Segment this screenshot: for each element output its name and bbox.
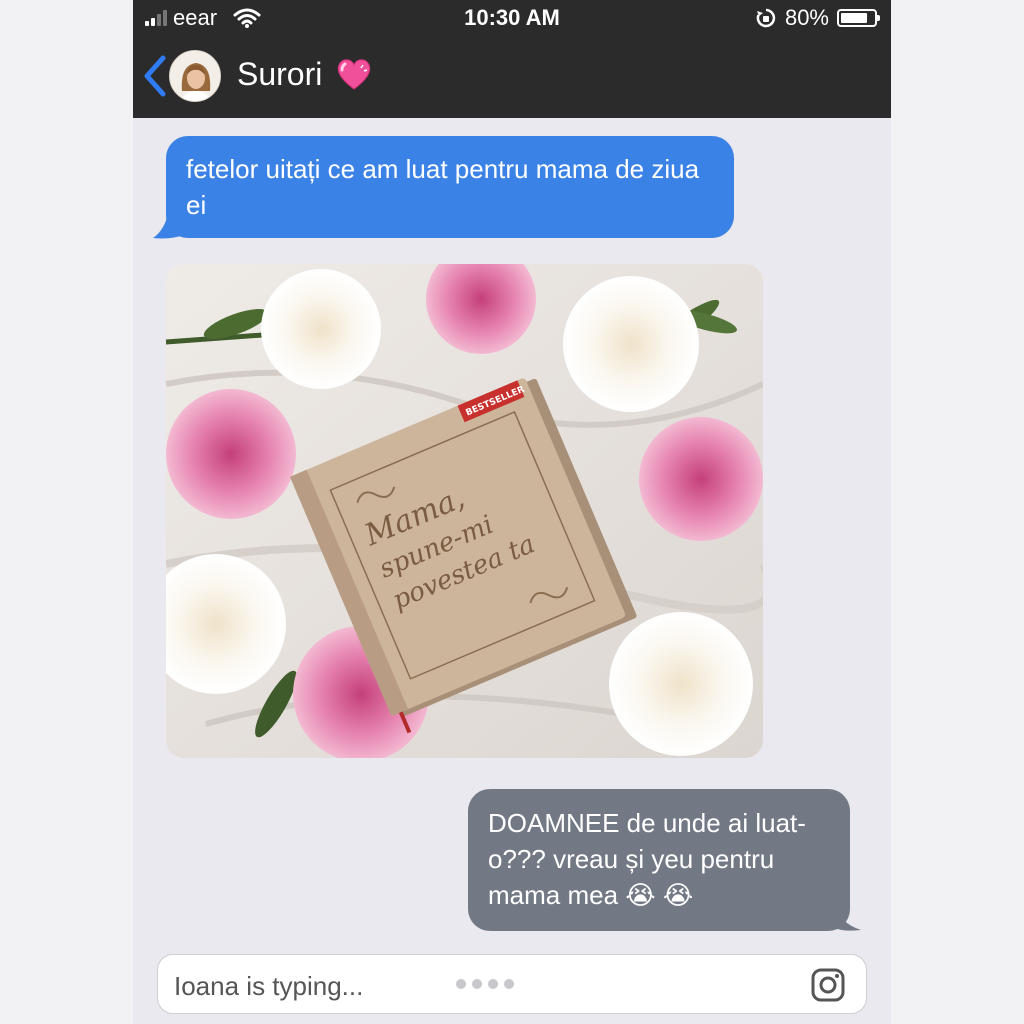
phone-screen: eear 10:30 AM 80% Surori fetelor uitați … [133, 0, 891, 1024]
book-and-peonies-image: Mama, spune-mi povestea ta BESTSELLER [166, 264, 763, 758]
status-bar: eear 10:30 AM 80% [133, 0, 891, 36]
orientation-lock-icon [756, 8, 776, 28]
crying-face-icon: 😭 😭 [625, 880, 694, 910]
typing-dots [456, 979, 514, 989]
camera-icon[interactable] [810, 967, 846, 1003]
typing-indicator-text: Ioana is typing... [174, 971, 364, 1001]
outgoing-bubble-tail [835, 902, 861, 931]
incoming-message-bubble[interactable]: fetelor uitați ce am luat pentru mama de… [166, 136, 734, 238]
message-text: fetelor uitați ce am luat pentru mama de… [186, 154, 700, 220]
battery-icon [837, 9, 880, 27]
chevron-left-icon[interactable] [139, 54, 169, 98]
avatar[interactable] [169, 50, 221, 102]
battery-percent: 80% [784, 5, 829, 30]
pink-heart-icon [337, 59, 371, 90]
chat-header: Surori [133, 36, 891, 118]
shared-photo[interactable]: Mama, spune-mi povestea ta BESTSELLER [166, 264, 763, 758]
contact-name: Surori [237, 56, 323, 92]
outgoing-message-bubble[interactable]: DOAMNEE de unde ai luat-o??? vreau și ye… [468, 789, 850, 931]
avatar-image [170, 51, 220, 101]
message-input-bar[interactable]: Ioana is typing... [157, 954, 867, 1014]
status-right: 80% [755, 5, 880, 31]
